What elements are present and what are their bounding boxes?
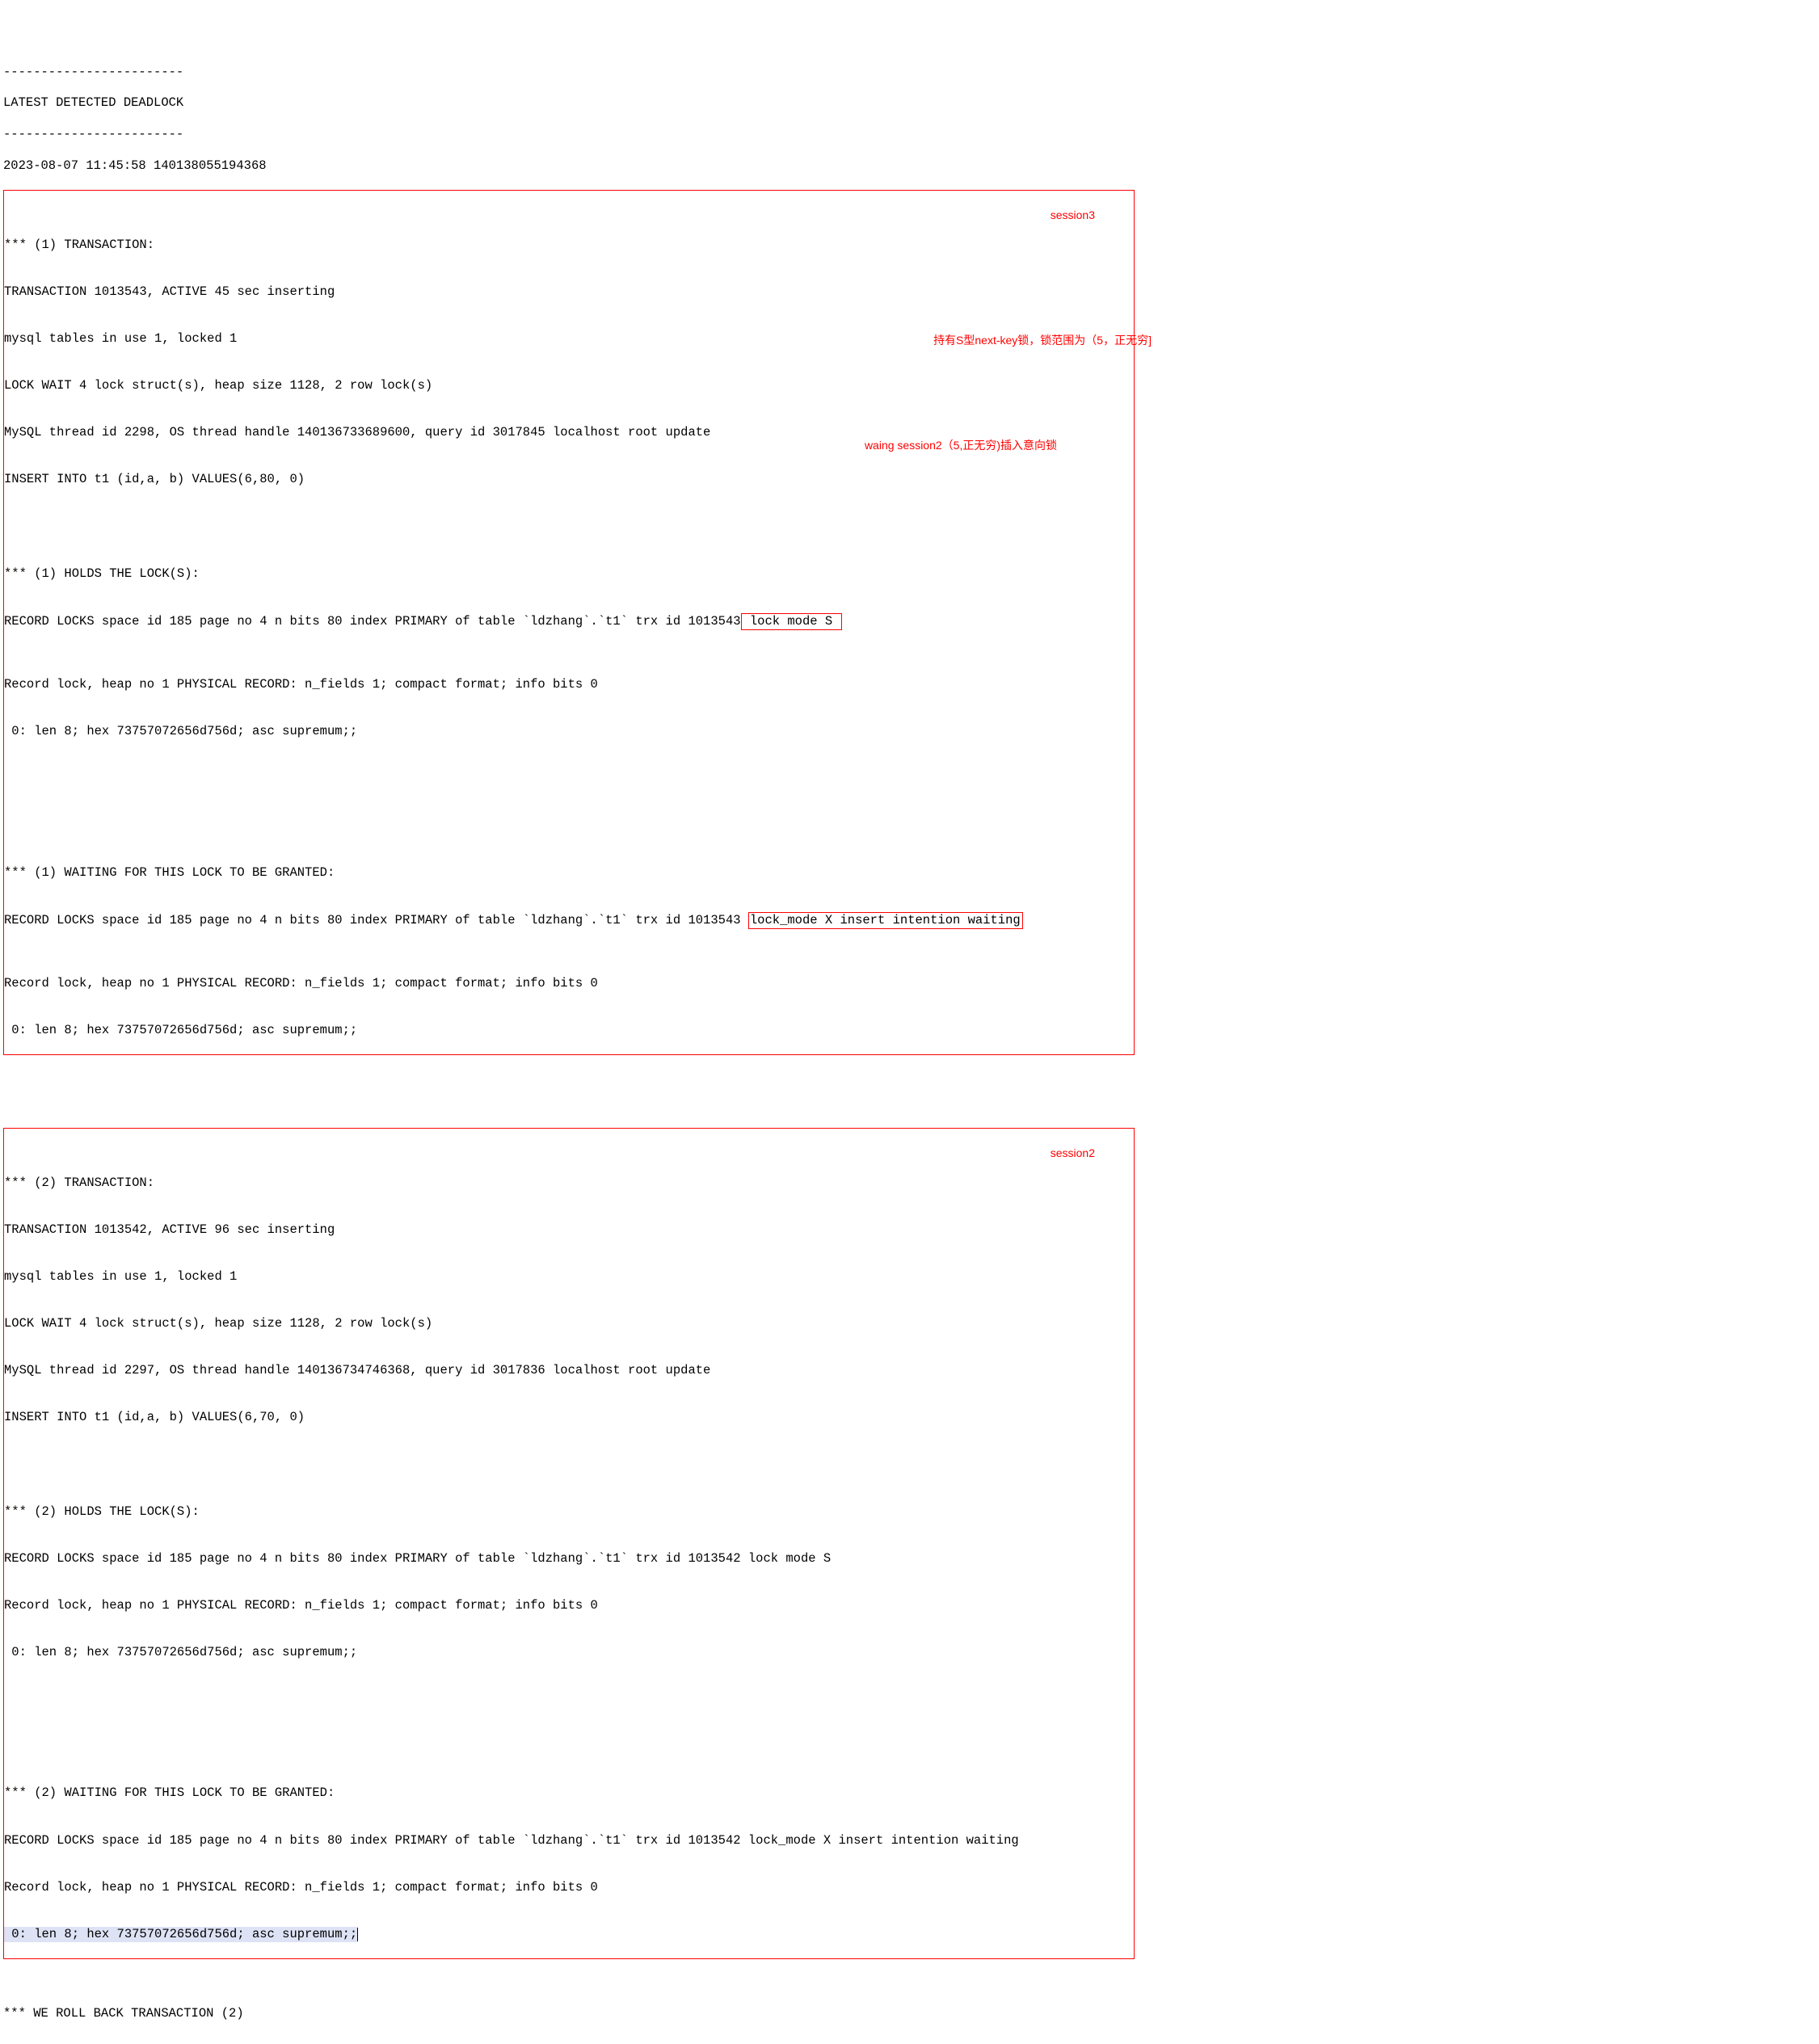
session2-label: session2 xyxy=(1051,1146,1095,1161)
lock-mode-s-box: lock mode S xyxy=(741,613,843,630)
tx1-line-active: TRANSACTION 1013543, ACTIVE 45 sec inser… xyxy=(4,284,1134,300)
tx2-wait-row2: Record lock, heap no 1 PHYSICAL RECORD: … xyxy=(4,1880,1134,1895)
lock-mode-x-box: lock_mode X insert intention waiting xyxy=(748,912,1023,929)
transaction-2-block: session2 *** (2) TRANSACTION: TRANSACTIO… xyxy=(3,1128,1135,1959)
tx2-wait-row3-highlight[interactable]: 0: len 8; hex 73757072656d756d; asc supr… xyxy=(4,1927,1134,1942)
tx1-line-lockwait: LOCK WAIT 4 lock struct(s), heap size 11… xyxy=(4,378,1134,393)
tx1-wait-row1: RECORD LOCKS space id 185 page no 4 n bi… xyxy=(4,912,1134,929)
tx2-holds-row1: RECORD LOCKS space id 185 page no 4 n bi… xyxy=(4,1551,1134,1567)
tx2-wait-title: *** (2) WAITING FOR THIS LOCK TO BE GRAN… xyxy=(4,1785,1134,1801)
tx1-holds-title: *** (1) HOLDS THE LOCK(S): xyxy=(4,566,1134,582)
tx1-holds-row3: 0: len 8; hex 73757072656d756d; asc supr… xyxy=(4,724,1134,739)
tx2-line-active: TRANSACTION 1013542, ACTIVE 96 sec inser… xyxy=(4,1222,1134,1238)
tx1-header: *** (1) TRANSACTION: xyxy=(4,238,1134,253)
tx2-wait-row1: RECORD LOCKS space id 185 page no 4 n bi… xyxy=(4,1833,1134,1848)
session3-label: session3 xyxy=(1051,208,1095,223)
tx2-line-lockwait: LOCK WAIT 4 lock struct(s), heap size 11… xyxy=(4,1316,1134,1331)
header-timestamp: 2023-08-07 11:45:58 140138055194368 xyxy=(3,158,1819,174)
tx2-holds-row2: Record lock, heap no 1 PHYSICAL RECORD: … xyxy=(4,1598,1134,1613)
tx2-line-tables: mysql tables in use 1, locked 1 xyxy=(4,1269,1134,1285)
highlighted-text: 0: len 8; hex 73757072656d756d; asc supr… xyxy=(4,1927,357,1942)
tx1-wait-prefix: RECORD LOCKS space id 185 page no 4 n bi… xyxy=(4,913,748,927)
transaction-1-block: session3 *** (1) TRANSACTION: TRANSACTIO… xyxy=(3,190,1135,1056)
tx1-holds-prefix: RECORD LOCKS space id 185 page no 4 n bi… xyxy=(4,614,741,629)
tx2-line-thread: MySQL thread id 2297, OS thread handle 1… xyxy=(4,1363,1134,1378)
annotation-s-nextkey: 持有S型next-key锁，锁范围为（5，正无穷] xyxy=(933,334,1152,348)
tx1-holds-row1: RECORD LOCKS space id 185 page no 4 n bi… xyxy=(4,613,1134,630)
tx2-header: *** (2) TRANSACTION: xyxy=(4,1176,1134,1191)
header-dashes-top: ------------------------ xyxy=(3,65,1819,80)
tx1-wait-row2: Record lock, heap no 1 PHYSICAL RECORD: … xyxy=(4,976,1134,991)
annotation-waiting-session2: waing session2（5,正无穷)插入意向锁 xyxy=(865,439,1057,453)
header-dashes-bottom: ------------------------ xyxy=(3,127,1819,142)
header-title: LATEST DETECTED DEADLOCK xyxy=(3,95,1819,111)
tx2-holds-row3: 0: len 8; hex 73757072656d756d; asc supr… xyxy=(4,1645,1134,1660)
rollback-line: *** WE ROLL BACK TRANSACTION (2) xyxy=(3,2006,1819,2021)
tx1-wait-title: *** (1) WAITING FOR THIS LOCK TO BE GRAN… xyxy=(4,865,1134,881)
tx1-holds-row2: Record lock, heap no 1 PHYSICAL RECORD: … xyxy=(4,677,1134,692)
tx2-line-insert: INSERT INTO t1 (id,a, b) VALUES(6,70, 0) xyxy=(4,1410,1134,1425)
text-cursor xyxy=(357,1928,358,1941)
tx2-holds-title: *** (2) HOLDS THE LOCK(S): xyxy=(4,1504,1134,1520)
tx1-wait-row3: 0: len 8; hex 73757072656d756d; asc supr… xyxy=(4,1023,1134,1038)
tx1-line-insert: INSERT INTO t1 (id,a, b) VALUES(6,80, 0) xyxy=(4,472,1134,487)
